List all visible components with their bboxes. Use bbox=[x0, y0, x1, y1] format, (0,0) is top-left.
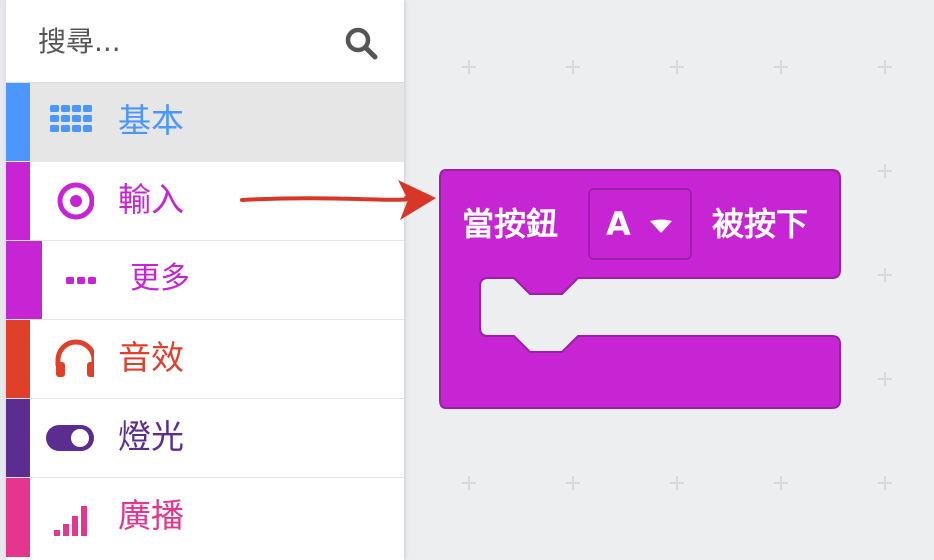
search-input[interactable] bbox=[38, 20, 328, 62]
grid-mark bbox=[878, 60, 892, 74]
category-input-more[interactable]: 更多 bbox=[6, 241, 404, 320]
category-label: 燈光 bbox=[118, 417, 184, 456]
category-music[interactable]: 音效 bbox=[6, 320, 404, 399]
signal-bars-icon bbox=[54, 506, 87, 536]
toolbox: 基本 輸入 更多 bbox=[6, 0, 404, 560]
grid-mark bbox=[878, 164, 892, 178]
search-icon[interactable] bbox=[344, 26, 378, 60]
block-suffix-label: 被按下 bbox=[712, 205, 809, 243]
makecode-editor: 基本 輸入 更多 bbox=[0, 0, 934, 560]
target-icon bbox=[57, 182, 94, 220]
grid-icon bbox=[50, 105, 92, 132]
category-color-bar bbox=[6, 162, 30, 240]
more-dots-icon bbox=[66, 277, 96, 284]
grid-mark bbox=[878, 476, 892, 490]
grid-mark bbox=[670, 60, 684, 74]
grid-mark bbox=[566, 60, 580, 74]
headphones-icon bbox=[55, 339, 94, 377]
category-color-bar bbox=[6, 241, 42, 319]
category-color-bar bbox=[6, 399, 30, 477]
chevron-down-icon bbox=[650, 219, 672, 233]
grid-mark bbox=[878, 372, 892, 386]
dropdown-value: A bbox=[606, 205, 631, 243]
category-color-bar bbox=[6, 320, 30, 398]
category-radio[interactable]: 廣播 bbox=[6, 478, 404, 557]
toggle-icon bbox=[46, 425, 94, 451]
button-dropdown[interactable]: A bbox=[588, 188, 692, 260]
search-bar bbox=[6, 0, 404, 83]
annotation-arrow-icon bbox=[240, 180, 436, 220]
grid-mark bbox=[774, 476, 788, 490]
grid-mark bbox=[774, 60, 788, 74]
category-basic[interactable]: 基本 bbox=[6, 83, 404, 162]
category-label: 更多 bbox=[130, 261, 190, 296]
grid-mark bbox=[566, 476, 580, 490]
grid-mark bbox=[462, 60, 476, 74]
category-label: 輸入 bbox=[118, 180, 184, 219]
grid-mark bbox=[670, 476, 684, 490]
category-label: 基本 bbox=[118, 101, 184, 140]
block-prefix-label: 當按鈕 bbox=[462, 205, 559, 243]
grid-mark bbox=[462, 476, 476, 490]
category-label: 音效 bbox=[118, 338, 184, 377]
category-led[interactable]: 燈光 bbox=[6, 399, 404, 478]
category-color-bar bbox=[6, 478, 30, 557]
grid-mark bbox=[878, 268, 892, 282]
category-color-bar bbox=[6, 83, 30, 161]
category-label: 廣播 bbox=[118, 496, 184, 535]
